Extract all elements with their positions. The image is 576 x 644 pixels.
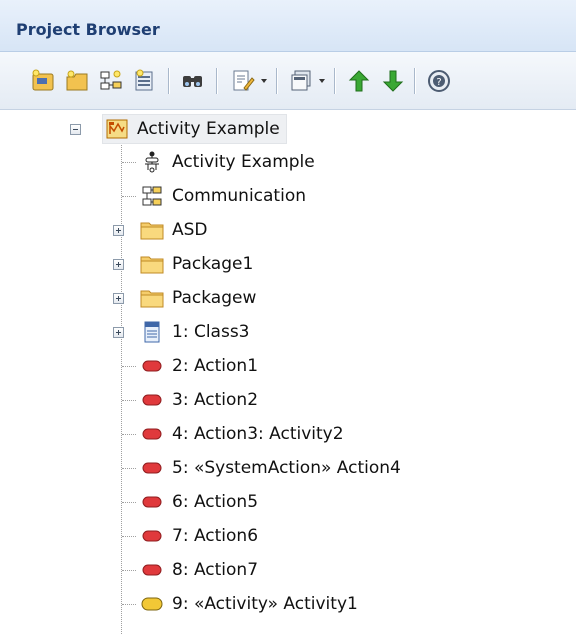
svg-text:?: ? — [436, 77, 441, 88]
action-icon — [140, 456, 164, 480]
folder-icon — [140, 252, 164, 276]
tree-item-action6[interactable]: 7: Action6 — [140, 519, 258, 553]
tree-branch-line — [122, 570, 136, 571]
toolbar-separator — [334, 68, 336, 94]
tree-item-communication[interactable]: Communication — [140, 179, 306, 213]
tree-item-asd[interactable]: ASD — [140, 213, 208, 247]
tree-branch-line — [122, 162, 136, 163]
activity-icon — [140, 592, 164, 616]
new-element-icon[interactable] — [130, 66, 160, 96]
tree-item-label: Package1 — [172, 254, 254, 274]
toolbar-separator — [216, 68, 218, 94]
tree-item-action5[interactable]: 6: Action5 — [140, 485, 258, 519]
activity-diagram-icon — [140, 150, 164, 174]
action-icon — [140, 354, 164, 378]
tree-item-label: Activity Example — [137, 119, 280, 139]
tree-branch-line — [122, 536, 136, 537]
new-view-icon[interactable] — [62, 66, 92, 96]
tree-branch-line — [122, 604, 136, 605]
find-icon[interactable] — [178, 66, 208, 96]
dropdown-arrow-icon[interactable] — [314, 66, 330, 96]
tree-guide-line — [121, 140, 122, 634]
new-model-icon[interactable] — [28, 66, 58, 96]
toolbar-separator — [276, 68, 278, 94]
tree-branch-line — [122, 502, 136, 503]
collapse-icon[interactable] — [70, 124, 81, 135]
expand-icon[interactable] — [113, 327, 124, 338]
communication-diagram-icon — [140, 184, 164, 208]
move-up-icon[interactable] — [344, 66, 374, 96]
toolbar: ? — [0, 52, 576, 110]
class-icon — [140, 320, 164, 344]
action-icon — [140, 490, 164, 514]
tree-item-label: 4: Action3: Activity2 — [172, 424, 344, 444]
tree-branch-line — [122, 434, 136, 435]
tree-item-action1[interactable]: 2: Action1 — [140, 349, 258, 383]
tree-item-label: 1: Class3 — [172, 322, 250, 342]
move-down-icon[interactable] — [378, 66, 408, 96]
tree-item-action4[interactable]: 5: «SystemAction» Action4 — [140, 451, 401, 485]
help-icon[interactable]: ? — [424, 66, 454, 96]
folder-icon — [140, 218, 164, 242]
panel-title: Project Browser — [16, 20, 160, 39]
panel-header: Project Browser — [0, 0, 576, 52]
folder-icon — [140, 286, 164, 310]
tree-item-label: Packagew — [172, 288, 257, 308]
action-icon — [140, 388, 164, 412]
tree-item-action2[interactable]: 3: Action2 — [140, 383, 258, 417]
expand-icon[interactable] — [113, 259, 124, 270]
tree-branch-line — [122, 400, 136, 401]
expand-icon[interactable] — [113, 225, 124, 236]
tree-item-label: 5: «SystemAction» Action4 — [172, 458, 401, 478]
tree-item-label: 6: Action5 — [172, 492, 259, 512]
tree-item-label: 2: Action1 — [172, 356, 259, 376]
tree-item-activity-diagram[interactable]: Activity Example — [140, 145, 315, 179]
dropdown-arrow-icon[interactable] — [256, 66, 272, 96]
action-icon — [140, 524, 164, 548]
tree-item-label: 3: Action2 — [172, 390, 259, 410]
toolbar-separator — [414, 68, 416, 94]
tree-root-highlight: Activity Example — [102, 114, 287, 144]
tree-item-class3[interactable]: 1: Class3 — [140, 315, 250, 349]
toolbar-separator — [168, 68, 170, 94]
tree-branch-line — [122, 366, 136, 367]
tree-item-activity1[interactable]: 9: «Activity» Activity1 — [140, 587, 358, 621]
tree-item-action7[interactable]: 8: Action7 — [140, 553, 258, 587]
tree-item-label: Activity Example — [172, 152, 315, 172]
tree-item-label: Communication — [172, 186, 306, 206]
tree-item-label: 7: Action6 — [172, 526, 259, 546]
tree-item-packagew[interactable]: Packagew — [140, 281, 256, 315]
layout-icon[interactable] — [286, 66, 316, 96]
new-diagram-icon[interactable] — [96, 66, 126, 96]
tree-root-activity-example[interactable]: Activity Example — [102, 112, 287, 146]
expand-icon[interactable] — [113, 293, 124, 304]
tree-item-action3[interactable]: 4: Action3: Activity2 — [140, 417, 344, 451]
tree-branch-line — [122, 196, 136, 197]
tree-item-label: ASD — [172, 220, 208, 240]
action-icon — [140, 422, 164, 446]
action-icon — [140, 558, 164, 582]
project-tree: Activity Example Activity Example Commun… — [0, 110, 576, 644]
edit-icon[interactable] — [228, 66, 258, 96]
tree-branch-line — [122, 468, 136, 469]
tree-item-package1[interactable]: Package1 — [140, 247, 253, 281]
tree-item-label: 9: «Activity» Activity1 — [172, 594, 358, 614]
package-diagram-icon — [105, 117, 129, 141]
tree-item-label: 8: Action7 — [172, 560, 259, 580]
